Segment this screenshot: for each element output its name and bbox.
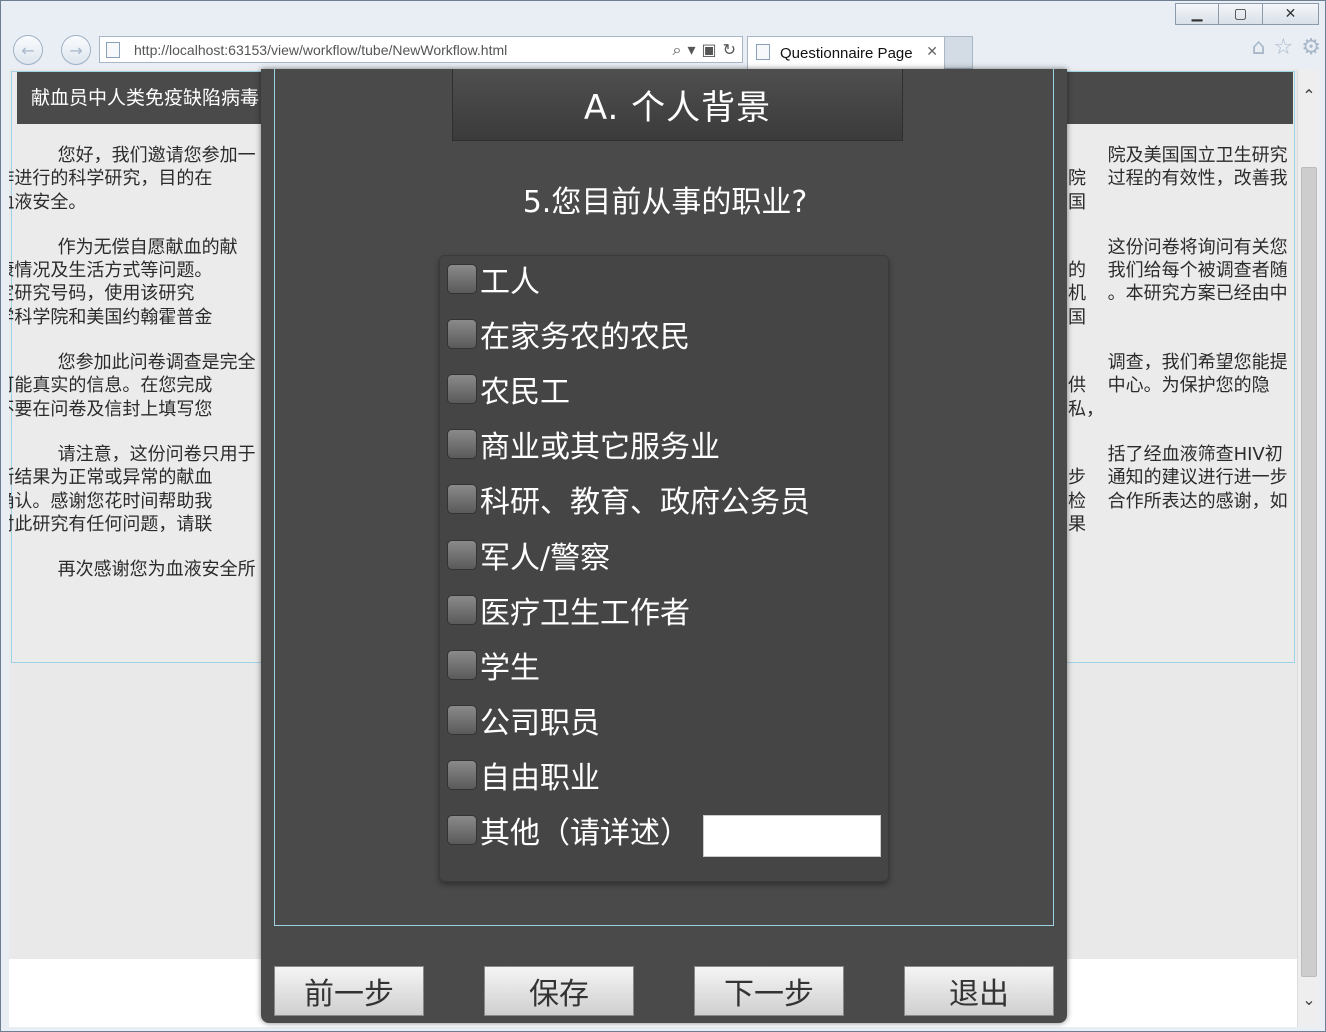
checkbox[interactable] (447, 429, 477, 459)
forward-arrow-icon[interactable]: → (61, 35, 91, 65)
new-tab-button[interactable] (945, 36, 973, 69)
option-label: 工人 (480, 265, 540, 300)
tab-close-icon[interactable]: ✕ (926, 44, 938, 60)
tab-questionnaire[interactable]: Questionnaire Page ✕ (747, 36, 945, 69)
option-label: 科研、教育、政府公务员 (480, 485, 810, 520)
checkbox[interactable] (447, 650, 477, 680)
tab-title: Questionnaire Page (780, 45, 913, 62)
home-icon[interactable]: ⌂ (1252, 35, 1266, 60)
scroll-thumb[interactable] (1301, 167, 1317, 977)
window-controls: ▁ ▢ ✕ (1175, 3, 1319, 25)
settings-gear-icon[interactable]: ⚙ (1301, 35, 1321, 60)
save-button[interactable]: 保存 (484, 966, 634, 1016)
dropdown-icon[interactable]: ▾ (687, 40, 695, 60)
checkbox[interactable] (447, 595, 477, 625)
option-label: 军人/警察 (480, 541, 611, 576)
search-icon[interactable]: ⌕ (672, 40, 681, 60)
scroll-up-arrow-icon[interactable]: ⌃ (1298, 81, 1320, 109)
option-label: 商业或其它服务业 (480, 430, 720, 465)
maximize-icon[interactable]: ▢ (1219, 3, 1263, 25)
option-label: 公司职员 (480, 706, 600, 741)
minimize-icon[interactable]: ▁ (1175, 3, 1219, 25)
compatibility-icon[interactable]: ▣ (701, 40, 716, 60)
previous-button[interactable]: 前一步 (274, 966, 424, 1016)
next-button[interactable]: 下一步 (694, 966, 844, 1016)
question-panel: A. 个人背景 5.您目前从事的职业? 工人 在家务农的农民 农民工 商业或其它… (274, 69, 1054, 926)
option-label: 其他（请详述） (480, 816, 690, 851)
option-label: 农民工 (480, 375, 570, 410)
section-title: A. 个人背景 (452, 69, 903, 141)
address-bar[interactable]: http://localhost:63153/view/workflow/tub… (99, 36, 743, 63)
back-arrow-icon[interactable]: ← (13, 35, 43, 65)
checkbox[interactable] (447, 484, 477, 514)
address-url[interactable]: http://localhost:63153/view/workflow/tub… (134, 42, 507, 58)
title-bar: ▁ ▢ ✕ (1, 1, 1326, 31)
question-text: 5.您目前从事的职业? (522, 185, 808, 220)
option-label: 在家务农的农民 (480, 320, 690, 355)
vertical-scrollbar[interactable]: ⌃ ⌄ (1297, 69, 1319, 1027)
scroll-down-arrow-icon[interactable]: ⌄ (1298, 985, 1320, 1013)
questionnaire-modal: A. 个人背景 5.您目前从事的职业? 工人 在家务农的农民 农民工 商业或其它… (261, 69, 1067, 1023)
option-label: 学生 (480, 651, 540, 686)
checkbox[interactable] (447, 760, 477, 790)
option-label: 自由职业 (480, 761, 600, 796)
checkbox[interactable] (447, 705, 477, 735)
tab-page-icon (756, 44, 770, 60)
other-details-input[interactable] (703, 815, 881, 857)
checkbox[interactable] (447, 374, 477, 404)
page-icon (106, 42, 120, 58)
browser-window: ▁ ▢ ✕ ← → http://localhost:63153/view/wo… (0, 0, 1326, 1032)
option-label: 医疗卫生工作者 (480, 596, 690, 631)
toolbar-icons: ⌂ ☆ ⚙ (1252, 35, 1321, 60)
checkbox[interactable] (447, 815, 477, 845)
checkbox[interactable] (447, 264, 477, 294)
address-bar-icons: ⌕ ▾ ▣ ↻ (672, 40, 736, 60)
options-list: 工人 在家务农的农民 农民工 商业或其它服务业 科研、教育、政府公务员 军人/警… (439, 255, 889, 882)
favorites-star-icon[interactable]: ☆ (1274, 35, 1294, 60)
exit-button[interactable]: 退出 (904, 966, 1054, 1016)
close-window-icon[interactable]: ✕ (1263, 3, 1319, 25)
checkbox[interactable] (447, 540, 477, 570)
navigation-bar: ← → http://localhost:63153/view/workflow… (1, 31, 1326, 69)
checkbox[interactable] (447, 319, 477, 349)
refresh-icon[interactable]: ↻ (723, 40, 736, 60)
